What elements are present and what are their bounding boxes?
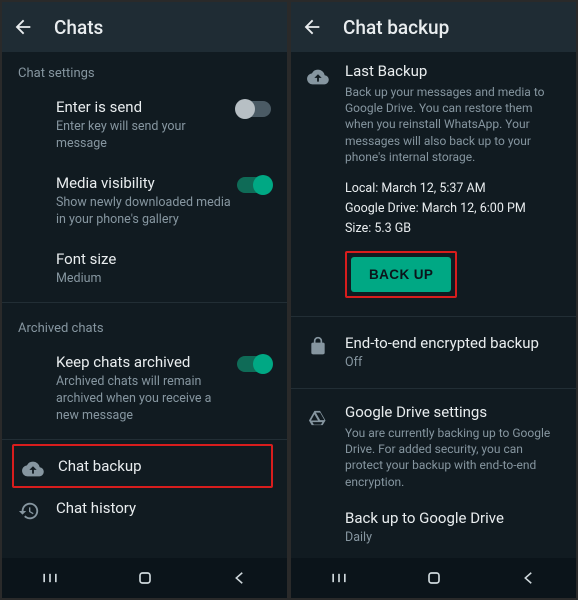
e2e-status: Off bbox=[345, 355, 560, 372]
appbar: Chat backup bbox=[291, 2, 576, 52]
chats-settings-screen: Chats Chat settings Enter is send Enter … bbox=[2, 2, 287, 598]
home-button[interactable] bbox=[133, 566, 157, 590]
last-backup-block: Last Backup Back up your messages and me… bbox=[291, 52, 576, 312]
page-title: Chats bbox=[54, 16, 103, 39]
divider bbox=[2, 439, 287, 440]
backup-size: Size: 5.3 GB bbox=[345, 219, 560, 239]
cloud-upload-icon bbox=[307, 66, 329, 88]
history-icon bbox=[18, 500, 40, 522]
backup-button-highlight: BACK UP bbox=[345, 251, 457, 298]
chat-backup-row[interactable]: Chat backup bbox=[12, 444, 273, 488]
android-navbar bbox=[291, 558, 576, 598]
enter-is-send-row[interactable]: Enter is send Enter key will send your m… bbox=[2, 87, 287, 163]
backup-local: Local: March 12, 5:37 AM bbox=[345, 179, 560, 199]
backup-frequency-value: Daily bbox=[345, 530, 560, 547]
media-visibility-toggle[interactable] bbox=[237, 177, 271, 193]
font-size-title: Font size bbox=[56, 249, 271, 269]
home-button[interactable] bbox=[422, 566, 446, 590]
page-title: Chat backup bbox=[343, 16, 449, 39]
keep-archived-row[interactable]: Keep chats archived Archived chats will … bbox=[2, 342, 287, 435]
lock-icon bbox=[307, 335, 329, 357]
back-icon[interactable] bbox=[12, 16, 34, 38]
media-visibility-sub: Show newly downloaded media in your phon… bbox=[56, 195, 271, 229]
backup-button[interactable]: BACK UP bbox=[351, 257, 451, 292]
last-backup-desc: Back up your messages and media to Googl… bbox=[345, 84, 560, 165]
keep-archived-sub: Archived chats will remain archived when… bbox=[56, 374, 271, 425]
back-button[interactable] bbox=[228, 566, 252, 590]
backup-frequency-row[interactable]: Back up to Google Drive Daily bbox=[291, 504, 576, 557]
divider bbox=[291, 388, 576, 389]
e2e-title: End-to-end encrypted backup bbox=[345, 333, 560, 353]
chat-backup-label: Chat backup bbox=[58, 456, 265, 476]
keep-archived-toggle[interactable] bbox=[237, 356, 271, 372]
appbar: Chats bbox=[2, 2, 287, 52]
chat-history-label: Chat history bbox=[56, 498, 271, 518]
font-size-row[interactable]: Font size Medium bbox=[2, 239, 287, 298]
chat-backup-screen: Chat backup Last Backup Back up your mes… bbox=[291, 2, 576, 598]
recent-apps-button[interactable] bbox=[327, 566, 351, 590]
cloud-upload-icon bbox=[22, 458, 44, 480]
section-header-chat-settings: Chat settings bbox=[2, 52, 287, 87]
font-size-value: Medium bbox=[56, 271, 271, 288]
e2e-backup-row[interactable]: End-to-end encrypted backup Off bbox=[291, 321, 576, 384]
enter-is-send-toggle[interactable] bbox=[237, 101, 271, 117]
recent-apps-button[interactable] bbox=[38, 566, 62, 590]
last-backup-title: Last Backup bbox=[345, 62, 560, 80]
gdrive-settings-block: Google Drive settings You are currently … bbox=[291, 393, 576, 504]
back-button[interactable] bbox=[517, 566, 541, 590]
google-drive-icon bbox=[307, 407, 329, 429]
back-icon[interactable] bbox=[301, 16, 323, 38]
backup-frequency-title: Back up to Google Drive bbox=[345, 508, 560, 528]
section-header-archived: Archived chats bbox=[2, 307, 287, 342]
android-navbar bbox=[2, 558, 287, 598]
enter-is-send-sub: Enter key will send your message bbox=[56, 119, 271, 153]
backup-stats: Local: March 12, 5:37 AM Google Drive: M… bbox=[345, 179, 560, 239]
backup-gdrive: Google Drive: March 12, 6:00 PM bbox=[345, 199, 560, 219]
media-visibility-row[interactable]: Media visibility Show newly downloaded m… bbox=[2, 163, 287, 239]
divider bbox=[291, 316, 576, 317]
gdrive-title: Google Drive settings bbox=[345, 403, 560, 421]
gdrive-desc: You are currently backing up to Google D… bbox=[345, 425, 560, 490]
divider bbox=[2, 302, 287, 303]
chat-history-row[interactable]: Chat history bbox=[2, 488, 287, 528]
